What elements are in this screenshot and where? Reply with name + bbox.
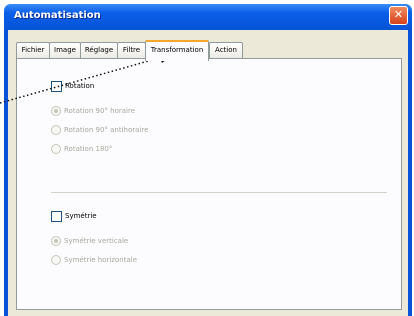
dotted-line <box>0 55 167 104</box>
tab-transformation[interactable]: Transformation <box>145 40 209 61</box>
